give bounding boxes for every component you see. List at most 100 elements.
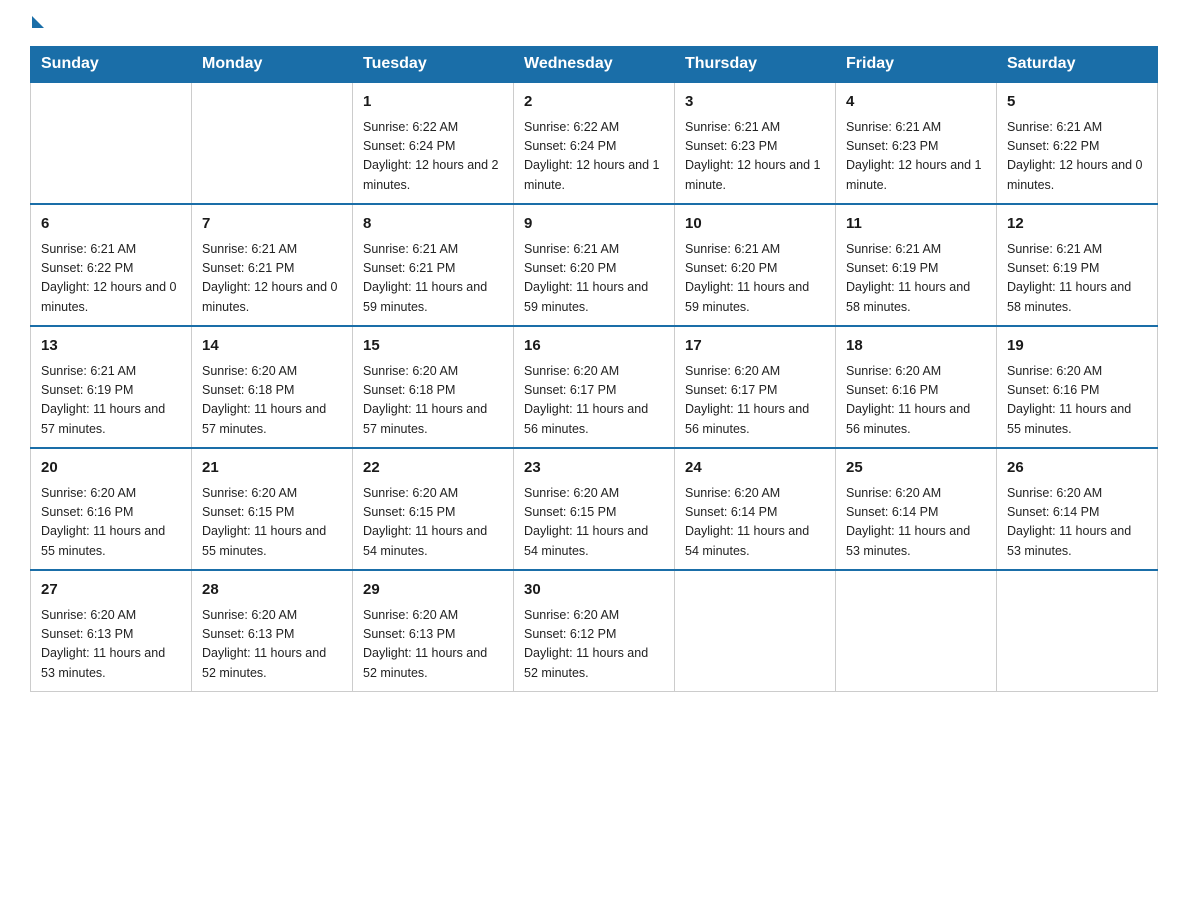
col-sunday: Sunday bbox=[31, 47, 192, 83]
day-cell-0-0 bbox=[31, 82, 192, 204]
day-cell-0-3: 2 Sunrise: 6:22 AMSunset: 6:24 PMDaylight… bbox=[514, 82, 675, 204]
col-tuesday: Tuesday bbox=[353, 47, 514, 83]
day-info-20: Sunrise: 6:20 AMSunset: 6:16 PMDaylight:… bbox=[41, 484, 181, 562]
day-info-2: Sunrise: 6:22 AMSunset: 6:24 PMDaylight:… bbox=[524, 118, 664, 196]
day-cell-4-0: 27Sunrise: 6:20 AMSunset: 6:13 PMDayligh… bbox=[31, 570, 192, 692]
day-number-15: 15 bbox=[363, 335, 503, 358]
logo bbox=[30, 20, 44, 26]
day-number-29: 29 bbox=[363, 579, 503, 602]
day-cell-2-3: 16 Sunrise: 6:20 AMSunset: 6:17 PMDayligh… bbox=[514, 326, 675, 448]
day-info-5: Sunrise: 6:21 AMSunset: 6:22 PMDaylight:… bbox=[1007, 118, 1147, 196]
day-cell-3-3: 23 Sunrise: 6:20 AMSunset: 6:15 PMDayligh… bbox=[514, 448, 675, 570]
week-row-1: 6 Sunrise: 6:21 AMSunset: 6:22 PMDaylight… bbox=[31, 204, 1158, 326]
day-info-17: Sunrise: 6:20 AMSunset: 6:17 PMDaylight:… bbox=[685, 362, 825, 440]
day-number-24: 24 bbox=[685, 457, 825, 480]
day-cell-0-1 bbox=[192, 82, 353, 204]
day-info-25: Sunrise: 6:20 AMSunset: 6:14 PMDaylight:… bbox=[846, 484, 986, 562]
week-row-0: 1 Sunrise: 6:22 AMSunset: 6:24 PMDaylight… bbox=[31, 82, 1158, 204]
day-cell-0-5: 4Sunrise: 6:21 AMSunset: 6:23 PMDaylight… bbox=[836, 82, 997, 204]
day-cell-0-2: 1 Sunrise: 6:22 AMSunset: 6:24 PMDaylight… bbox=[353, 82, 514, 204]
day-number-5: 5 bbox=[1007, 91, 1147, 114]
day-info-24: Sunrise: 6:20 AMSunset: 6:14 PMDaylight:… bbox=[685, 484, 825, 562]
day-cell-0-6: 5 Sunrise: 6:21 AMSunset: 6:22 PMDaylight… bbox=[997, 82, 1158, 204]
day-cell-4-1: 28Sunrise: 6:20 AMSunset: 6:13 PMDayligh… bbox=[192, 570, 353, 692]
day-info-9: Sunrise: 6:21 AMSunset: 6:20 PMDaylight:… bbox=[524, 240, 664, 318]
day-number-28: 28 bbox=[202, 579, 342, 602]
day-info-15: Sunrise: 6:20 AMSunset: 6:18 PMDaylight:… bbox=[363, 362, 503, 440]
day-number-25: 25 bbox=[846, 457, 986, 480]
day-number-4: 4 bbox=[846, 91, 986, 114]
day-cell-4-5 bbox=[836, 570, 997, 692]
day-cell-2-0: 13 Sunrise: 6:21 AMSunset: 6:19 PMDayligh… bbox=[31, 326, 192, 448]
day-info-22: Sunrise: 6:20 AMSunset: 6:15 PMDaylight:… bbox=[363, 484, 503, 562]
col-wednesday: Wednesday bbox=[514, 47, 675, 83]
col-monday: Monday bbox=[192, 47, 353, 83]
day-number-23: 23 bbox=[524, 457, 664, 480]
day-number-17: 17 bbox=[685, 335, 825, 358]
page-header bbox=[30, 20, 1158, 26]
week-row-2: 13 Sunrise: 6:21 AMSunset: 6:19 PMDayligh… bbox=[31, 326, 1158, 448]
day-info-10: Sunrise: 6:21 AMSunset: 6:20 PMDaylight:… bbox=[685, 240, 825, 318]
day-cell-3-6: 26 Sunrise: 6:20 AMSunset: 6:14 PMDayligh… bbox=[997, 448, 1158, 570]
day-number-11: 11 bbox=[846, 213, 986, 236]
col-friday: Friday bbox=[836, 47, 997, 83]
day-cell-1-4: 10 Sunrise: 6:21 AMSunset: 6:20 PMDayligh… bbox=[675, 204, 836, 326]
day-info-19: Sunrise: 6:20 AMSunset: 6:16 PMDaylight:… bbox=[1007, 362, 1147, 440]
day-info-14: Sunrise: 6:20 AMSunset: 6:18 PMDaylight:… bbox=[202, 362, 342, 440]
day-cell-1-1: 7 Sunrise: 6:21 AMSunset: 6:21 PMDaylight… bbox=[192, 204, 353, 326]
day-number-10: 10 bbox=[685, 213, 825, 236]
day-cell-2-6: 19Sunrise: 6:20 AMSunset: 6:16 PMDayligh… bbox=[997, 326, 1158, 448]
day-number-3: 3 bbox=[685, 91, 825, 114]
day-number-21: 21 bbox=[202, 457, 342, 480]
day-info-30: Sunrise: 6:20 AMSunset: 6:12 PMDaylight:… bbox=[524, 606, 664, 684]
day-info-6: Sunrise: 6:21 AMSunset: 6:22 PMDaylight:… bbox=[41, 240, 181, 318]
day-number-16: 16 bbox=[524, 335, 664, 358]
col-thursday: Thursday bbox=[675, 47, 836, 83]
day-cell-4-3: 30 Sunrise: 6:20 AMSunset: 6:12 PMDayligh… bbox=[514, 570, 675, 692]
week-row-4: 27Sunrise: 6:20 AMSunset: 6:13 PMDayligh… bbox=[31, 570, 1158, 692]
day-number-12: 12 bbox=[1007, 213, 1147, 236]
day-info-3: Sunrise: 6:21 AMSunset: 6:23 PMDaylight:… bbox=[685, 118, 825, 196]
day-cell-1-3: 9 Sunrise: 6:21 AMSunset: 6:20 PMDaylight… bbox=[514, 204, 675, 326]
day-number-18: 18 bbox=[846, 335, 986, 358]
day-info-12: Sunrise: 6:21 AMSunset: 6:19 PMDaylight:… bbox=[1007, 240, 1147, 318]
weekday-header-row: Sunday Monday Tuesday Wednesday Thursday… bbox=[31, 47, 1158, 83]
day-cell-2-2: 15 Sunrise: 6:20 AMSunset: 6:18 PMDayligh… bbox=[353, 326, 514, 448]
day-cell-4-4 bbox=[675, 570, 836, 692]
day-number-14: 14 bbox=[202, 335, 342, 358]
logo-arrow-icon bbox=[32, 16, 44, 28]
day-cell-2-1: 14 Sunrise: 6:20 AMSunset: 6:18 PMDayligh… bbox=[192, 326, 353, 448]
day-number-1: 1 bbox=[363, 91, 503, 114]
day-cell-2-4: 17 Sunrise: 6:20 AMSunset: 6:17 PMDayligh… bbox=[675, 326, 836, 448]
day-info-8: Sunrise: 6:21 AMSunset: 6:21 PMDaylight:… bbox=[363, 240, 503, 318]
day-cell-2-5: 18 Sunrise: 6:20 AMSunset: 6:16 PMDayligh… bbox=[836, 326, 997, 448]
day-info-13: Sunrise: 6:21 AMSunset: 6:19 PMDaylight:… bbox=[41, 362, 181, 440]
day-cell-0-4: 3 Sunrise: 6:21 AMSunset: 6:23 PMDaylight… bbox=[675, 82, 836, 204]
day-cell-3-0: 20Sunrise: 6:20 AMSunset: 6:16 PMDayligh… bbox=[31, 448, 192, 570]
day-cell-3-1: 21 Sunrise: 6:20 AMSunset: 6:15 PMDayligh… bbox=[192, 448, 353, 570]
day-cell-4-2: 29 Sunrise: 6:20 AMSunset: 6:13 PMDayligh… bbox=[353, 570, 514, 692]
day-number-26: 26 bbox=[1007, 457, 1147, 480]
day-cell-4-6 bbox=[997, 570, 1158, 692]
day-number-6: 6 bbox=[41, 213, 181, 236]
day-number-8: 8 bbox=[363, 213, 503, 236]
day-cell-1-5: 11 Sunrise: 6:21 AMSunset: 6:19 PMDayligh… bbox=[836, 204, 997, 326]
day-cell-3-5: 25 Sunrise: 6:20 AMSunset: 6:14 PMDayligh… bbox=[836, 448, 997, 570]
day-cell-1-2: 8 Sunrise: 6:21 AMSunset: 6:21 PMDaylight… bbox=[353, 204, 514, 326]
day-info-16: Sunrise: 6:20 AMSunset: 6:17 PMDaylight:… bbox=[524, 362, 664, 440]
day-info-1: Sunrise: 6:22 AMSunset: 6:24 PMDaylight:… bbox=[363, 118, 503, 196]
calendar-table: Sunday Monday Tuesday Wednesday Thursday… bbox=[30, 46, 1158, 692]
day-cell-3-4: 24 Sunrise: 6:20 AMSunset: 6:14 PMDayligh… bbox=[675, 448, 836, 570]
day-number-7: 7 bbox=[202, 213, 342, 236]
day-info-7: Sunrise: 6:21 AMSunset: 6:21 PMDaylight:… bbox=[202, 240, 342, 318]
day-number-30: 30 bbox=[524, 579, 664, 602]
day-info-18: Sunrise: 6:20 AMSunset: 6:16 PMDaylight:… bbox=[846, 362, 986, 440]
day-number-2: 2 bbox=[524, 91, 664, 114]
day-info-29: Sunrise: 6:20 AMSunset: 6:13 PMDaylight:… bbox=[363, 606, 503, 684]
day-number-9: 9 bbox=[524, 213, 664, 236]
day-info-21: Sunrise: 6:20 AMSunset: 6:15 PMDaylight:… bbox=[202, 484, 342, 562]
day-number-13: 13 bbox=[41, 335, 181, 358]
day-info-23: Sunrise: 6:20 AMSunset: 6:15 PMDaylight:… bbox=[524, 484, 664, 562]
day-info-26: Sunrise: 6:20 AMSunset: 6:14 PMDaylight:… bbox=[1007, 484, 1147, 562]
day-info-11: Sunrise: 6:21 AMSunset: 6:19 PMDaylight:… bbox=[846, 240, 986, 318]
